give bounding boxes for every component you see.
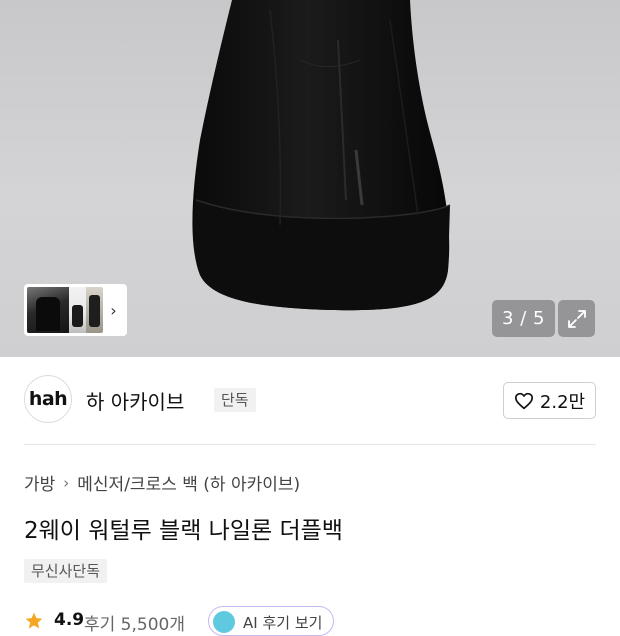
- fullscreen-icon: [567, 309, 586, 328]
- review-count[interactable]: 후기 5,500개: [84, 610, 185, 635]
- ai-review-summary-button[interactable]: AI 후기 보기: [208, 606, 334, 636]
- ai-icon: [213, 611, 235, 633]
- product-tag: 무신사단독: [24, 559, 108, 583]
- thumbnail-2[interactable]: [69, 287, 86, 333]
- product-image-gallery[interactable]: › 3 / 5: [0, 0, 620, 357]
- brand-logo[interactable]: hah: [24, 375, 72, 423]
- ai-review-label: AI 후기 보기: [243, 614, 323, 632]
- breadcrumb-subcategory[interactable]: 메신저/크로스 백 (하 아카이브): [77, 470, 300, 495]
- like-button[interactable]: 2.2만: [503, 382, 596, 419]
- like-count: 2.2만: [539, 391, 586, 413]
- thumbnail-strip[interactable]: ›: [24, 284, 127, 336]
- rating-row[interactable]: 4.9 후기 5,500개 AI 후기 보기: [24, 606, 424, 636]
- thumbnail-3[interactable]: [86, 287, 103, 333]
- brand-name-link[interactable]: 하 아카이브: [86, 386, 184, 415]
- breadcrumb-category[interactable]: 가방: [24, 470, 55, 495]
- rating-value: 4.9: [54, 610, 85, 630]
- star-icon: [25, 612, 43, 629]
- chevron-right-icon: ›: [63, 473, 70, 492]
- exclusive-badge: 단독: [214, 388, 256, 412]
- thumbnail-images[interactable]: [27, 287, 103, 333]
- brand-row: hah 하 아카이브 단독 2.2만: [24, 374, 596, 426]
- expand-icon[interactable]: [558, 300, 595, 337]
- divider: [24, 444, 596, 445]
- thumbnail-1[interactable]: [27, 287, 69, 333]
- heart-icon: [514, 392, 533, 409]
- breadcrumb: 가방 › 메신저/크로스 백 (하 아카이브): [24, 470, 300, 496]
- chevron-right-icon[interactable]: ›: [103, 301, 124, 320]
- image-counter: 3 / 5: [492, 300, 555, 337]
- product-title: 2웨이 워털루 블랙 나일론 더플백: [24, 518, 343, 544]
